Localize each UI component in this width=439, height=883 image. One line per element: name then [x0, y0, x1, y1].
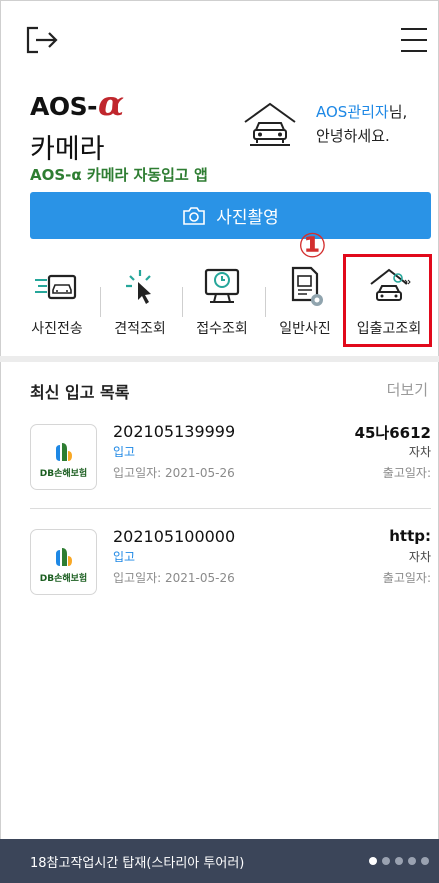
- notice-text: 18참고작업시간 탑재(스타리아 투어러): [30, 856, 245, 871]
- quick-item-estimate[interactable]: 견적조회: [105, 262, 175, 344]
- document-icon: [291, 266, 323, 306]
- take-photo-button[interactable]: 사진촬영: [30, 192, 431, 239]
- insurer-name: DB손해보험: [39, 469, 88, 479]
- quick-item-label: 일반사진: [279, 321, 331, 337]
- page-indicator: [369, 857, 429, 865]
- brand-name-line2: 카메라: [30, 134, 105, 165]
- list-title: 최신 입고 목록: [30, 383, 130, 402]
- out-date: 출고일자:: [382, 571, 431, 585]
- quick-item-label: 견적조회: [114, 321, 166, 337]
- page-dot[interactable]: [369, 857, 377, 865]
- list-item[interactable]: DB손해보험 202105100000 입고 입고일자: 2021-05-26 …: [30, 525, 431, 615]
- camera-icon: [183, 206, 206, 225]
- out-date: 출고일자:: [382, 466, 431, 480]
- photo-send-icon: [35, 274, 77, 300]
- cursor-click-icon: [126, 270, 151, 304]
- plate-number: 45나6612: [354, 424, 431, 442]
- page-dot[interactable]: [395, 857, 403, 865]
- in-date: 입고일자: 2021-05-26: [113, 466, 235, 480]
- divider: [100, 287, 101, 317]
- take-photo-label: 사진촬영: [216, 208, 279, 228]
- notice-banner[interactable]: 18참고작업시간 탑재(스타리아 투어러): [0, 839, 439, 883]
- step-marker: ①: [298, 226, 327, 266]
- page-dot[interactable]: [421, 857, 429, 865]
- page-dot[interactable]: [382, 857, 390, 865]
- receipt-number: 202105139999: [113, 422, 236, 441]
- section-divider: [0, 356, 439, 362]
- brand-name-prefix: AOS-: [30, 92, 97, 121]
- plate-number: http:: [389, 527, 431, 545]
- quick-item-receipt[interactable]: 접수조회: [187, 262, 257, 344]
- receipt-number: 202105100000: [113, 527, 236, 546]
- top-bar: [0, 0, 439, 80]
- in-date: 입고일자: 2021-05-26: [113, 571, 235, 585]
- greeting-suffix: 님,: [388, 103, 408, 121]
- db-insurance-logo-icon: [56, 548, 72, 566]
- insurer-name: DB손해보험: [39, 574, 88, 584]
- greeting-text: AOS관리자님, 안녕하세요.: [316, 100, 407, 148]
- quick-item-photo-send[interactable]: 사진전송: [24, 262, 90, 344]
- list-item[interactable]: DB손해보험 202105139999 입고 입고일자: 2021-05-26 …: [30, 420, 431, 510]
- status-text: 입고: [113, 550, 136, 564]
- insurer-logo: DB손해보험: [30, 529, 97, 595]
- coverage-type: 자차: [408, 445, 431, 459]
- quick-item-general-photo[interactable]: 일반사진: [270, 262, 340, 344]
- logout-icon[interactable]: [26, 26, 60, 54]
- quick-item-label: 사진전송: [31, 321, 83, 337]
- coverage-type: 자차: [408, 550, 431, 564]
- quick-item-label: 접수조회: [196, 321, 248, 337]
- more-link[interactable]: 더보기: [387, 379, 428, 400]
- page-dot[interactable]: [408, 857, 416, 865]
- db-insurance-logo-icon: [56, 443, 72, 461]
- divider: [182, 287, 183, 317]
- garage-car-icon: [244, 102, 296, 146]
- insurer-logo: DB손해보험: [30, 424, 97, 490]
- highlight-box: [343, 254, 432, 347]
- status-text: 입고: [113, 445, 136, 459]
- list-divider: [30, 508, 431, 509]
- monitor-clock-icon: [204, 268, 240, 303]
- brand-logo: AOS-α 카메라: [30, 84, 124, 166]
- app-subtitle: AOS-α 카메라 자동입고 앱: [30, 166, 208, 184]
- quick-menu: 사진전송 견적조회 접수조회 일반사진 입출고조회: [24, 254, 434, 347]
- greeting-line2: 안녕하세요.: [316, 127, 390, 145]
- user-name: AOS관리자: [316, 103, 389, 121]
- brand-alpha-glyph: α: [97, 84, 124, 124]
- divider: [265, 287, 266, 317]
- hamburger-menu-icon[interactable]: [399, 27, 429, 53]
